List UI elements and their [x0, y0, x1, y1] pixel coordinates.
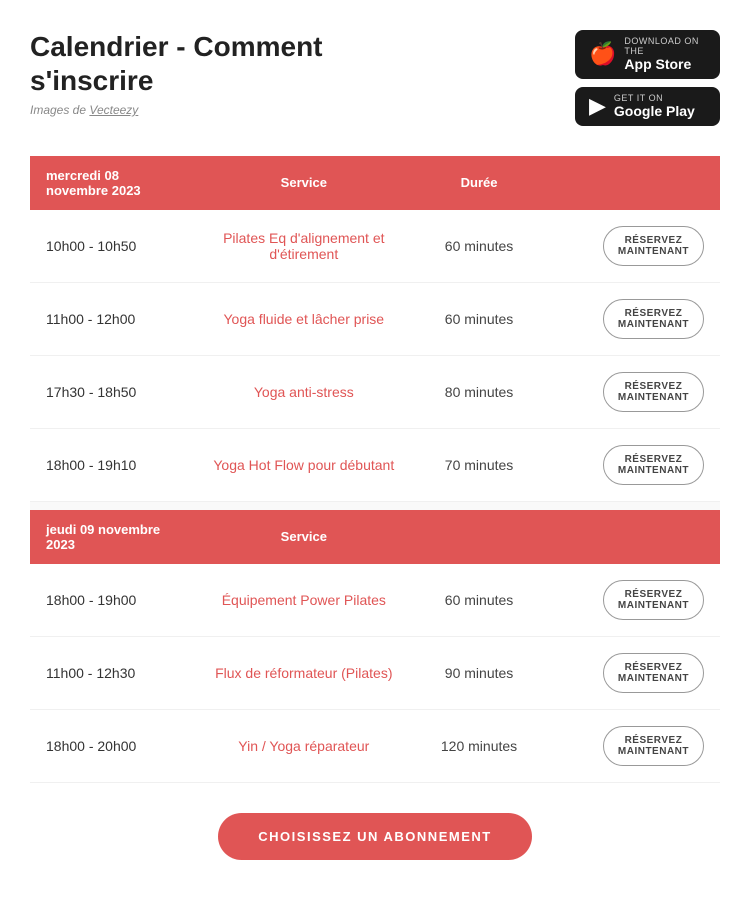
service-cell: Yoga fluide et lâcher prise	[194, 283, 413, 356]
duration-cell: 80 minutes	[413, 356, 544, 429]
action-cell: RÉSERVEZMAINTENANT	[545, 356, 720, 429]
table-row: 18h00 - 20h00 Yin / Yoga réparateur 120 …	[30, 710, 720, 783]
googleplay-icon: ▶	[589, 93, 606, 119]
reserve-button[interactable]: RÉSERVEZMAINTENANT	[603, 372, 704, 412]
service-cell: Flux de réformateur (Pilates)	[194, 637, 413, 710]
googleplay-name: Google Play	[614, 103, 695, 120]
section-header-mercredi: mercredi 08 novembre 2023 Service Durée	[30, 156, 720, 210]
time-cell: 11h00 - 12h00	[30, 283, 194, 356]
subscribe-button[interactable]: CHOISISSEZ UN ABONNEMENT	[218, 813, 531, 860]
service-cell: Yoga anti-stress	[194, 356, 413, 429]
col-action-mercredi	[545, 156, 720, 210]
service-cell: Équipement Power Pilates	[194, 564, 413, 637]
duration-cell: 120 minutes	[413, 710, 544, 783]
col-duree-mercredi: Durée	[413, 156, 544, 210]
action-cell: RÉSERVEZMAINTENANT	[545, 210, 720, 283]
time-cell: 18h00 - 19h10	[30, 429, 194, 502]
col-action-jeudi	[545, 510, 720, 564]
col-service-jeudi: Service	[194, 510, 413, 564]
reserve-button[interactable]: RÉSERVEZMAINTENANT	[603, 445, 704, 485]
cta-container: CHOISISSEZ UN ABONNEMENT	[30, 813, 720, 860]
apple-icon: 🍎	[589, 41, 616, 67]
store-badges-container: 🍎 Download on the App Store ▶ GET IT ON …	[575, 30, 720, 126]
duration-cell: 90 minutes	[413, 637, 544, 710]
time-cell: 11h00 - 12h30	[30, 637, 194, 710]
duration-cell: 60 minutes	[413, 283, 544, 356]
table-row: 18h00 - 19h10 Yoga Hot Flow pour débutan…	[30, 429, 720, 502]
page-header: Calendrier - Comment s'inscrire Images d…	[30, 30, 720, 126]
duration-cell: 60 minutes	[413, 564, 544, 637]
appstore-name: App Store	[624, 56, 706, 73]
reserve-button[interactable]: RÉSERVEZMAINTENANT	[603, 653, 704, 693]
table-row: 11h00 - 12h00 Yoga fluide et lâcher pris…	[30, 283, 720, 356]
service-cell: Yin / Yoga réparateur	[194, 710, 413, 783]
time-cell: 10h00 - 10h50	[30, 210, 194, 283]
table-row: 10h00 - 10h50 Pilates Eq d'alignement et…	[30, 210, 720, 283]
section-header-jeudi: jeudi 09 novembre 2023 Service	[30, 510, 720, 564]
action-cell: RÉSERVEZMAINTENANT	[545, 283, 720, 356]
action-cell: RÉSERVEZMAINTENANT	[545, 710, 720, 783]
time-cell: 18h00 - 19h00	[30, 564, 194, 637]
table-row: 11h00 - 12h30 Flux de réformateur (Pilat…	[30, 637, 720, 710]
reserve-button[interactable]: RÉSERVEZMAINTENANT	[603, 299, 704, 339]
appstore-badge[interactable]: 🍎 Download on the App Store	[575, 30, 720, 79]
col-duree-jeudi	[413, 510, 544, 564]
duration-cell: 70 minutes	[413, 429, 544, 502]
section-date-jeudi: jeudi 09 novembre 2023	[30, 510, 194, 564]
col-service-mercredi: Service	[194, 156, 413, 210]
reserve-button[interactable]: RÉSERVEZMAINTENANT	[603, 580, 704, 620]
action-cell: RÉSERVEZMAINTENANT	[545, 637, 720, 710]
table-row: 18h00 - 19h00 Équipement Power Pilates 6…	[30, 564, 720, 637]
appstore-small-text: Download on the	[624, 36, 706, 56]
vecteezy-link[interactable]: Vecteezy	[89, 103, 138, 117]
page-title-block: Calendrier - Comment s'inscrire Images d…	[30, 30, 323, 117]
service-cell: Yoga Hot Flow pour débutant	[194, 429, 413, 502]
image-credit: Images de Vecteezy	[30, 103, 323, 117]
reserve-button[interactable]: RÉSERVEZMAINTENANT	[603, 226, 704, 266]
page-title: Calendrier - Comment s'inscrire	[30, 30, 323, 97]
googleplay-badge[interactable]: ▶ GET IT ON Google Play	[575, 87, 720, 126]
service-cell: Pilates Eq d'alignement et d'étirement	[194, 210, 413, 283]
action-cell: RÉSERVEZMAINTENANT	[545, 429, 720, 502]
section-spacer	[30, 502, 720, 510]
section-date-mercredi: mercredi 08 novembre 2023	[30, 156, 194, 210]
action-cell: RÉSERVEZMAINTENANT	[545, 564, 720, 637]
time-cell: 18h00 - 20h00	[30, 710, 194, 783]
googleplay-small-text: GET IT ON	[614, 93, 695, 103]
time-cell: 17h30 - 18h50	[30, 356, 194, 429]
calendar-table: mercredi 08 novembre 2023 Service Durée …	[30, 156, 720, 783]
table-row: 17h30 - 18h50 Yoga anti-stress 80 minute…	[30, 356, 720, 429]
duration-cell: 60 minutes	[413, 210, 544, 283]
